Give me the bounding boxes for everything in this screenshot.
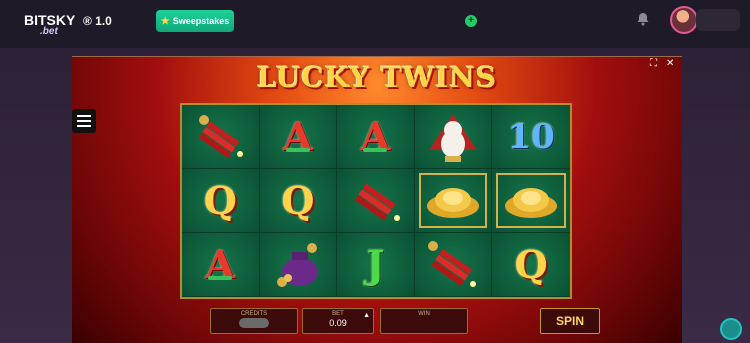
chat-icon[interactable] (720, 318, 742, 340)
spin-button[interactable]: SPIN (540, 308, 600, 334)
account-balance-box[interactable] (696, 9, 740, 31)
logo-sub: .bet (40, 26, 58, 37)
logo-version: ® 1.0 (82, 14, 112, 28)
sweepstakes-button[interactable]: ★ Sweepstakes (156, 10, 234, 32)
credits-label: CREDITS (240, 311, 268, 317)
game-title: LUCKY TWINS (256, 61, 498, 94)
reel-cell: 10 (492, 105, 570, 169)
reel-cell: A (182, 233, 260, 297)
reel-cell: A (337, 105, 415, 169)
symbol-bar (363, 148, 388, 152)
coin-bag-icon (276, 242, 318, 287)
controls-bar: CREDITS BET 0.09 ▲ WIN SPIN (210, 308, 600, 334)
symbol-bar (285, 148, 310, 152)
game-window: ⛶ ✕ LUCKY TWINS A A 10 Q Q A J Q CREDITS… (72, 56, 682, 343)
bet-value: 0.09 (329, 318, 347, 328)
site-logo[interactable]: BITSKY ® 1.0 .bet (24, 12, 112, 37)
lucky-cat-icon (429, 113, 478, 162)
ace-symbol: A (205, 242, 236, 287)
win-panel: WIN (380, 308, 468, 334)
credits-value-hidden (239, 318, 269, 328)
plus-icon[interactable]: + (465, 15, 477, 27)
reel-cell (182, 105, 260, 169)
queen-symbol: Q (514, 242, 548, 287)
reel-cell: A (259, 105, 338, 169)
star-icon: ★ (160, 15, 170, 27)
reel-cell (492, 169, 570, 233)
reel-cell (414, 169, 493, 233)
ace-symbol: A (360, 114, 391, 159)
reel-grid: A A 10 Q Q A J Q (180, 103, 572, 299)
queen-symbol: Q (281, 178, 315, 223)
firecrackers-icon (428, 240, 477, 287)
reel-cell: J (337, 233, 415, 297)
firecrackers-icon (355, 182, 401, 221)
reel-cell (414, 233, 493, 297)
gold-frame (496, 173, 566, 228)
hamburger-menu-icon[interactable] (72, 109, 96, 133)
chevron-up-icon[interactable]: ▲ (363, 312, 370, 319)
win-label: WIN (418, 311, 430, 317)
reel-cell: Q (182, 169, 260, 233)
reel-cell: Q (259, 169, 338, 233)
reel-cell (337, 169, 415, 233)
ten-symbol: 10 (507, 116, 555, 157)
symbol-bar (208, 276, 232, 280)
bet-panel[interactable]: BET 0.09 ▲ (302, 308, 374, 334)
credits-panel: CREDITS (210, 308, 298, 334)
bell-icon[interactable] (635, 11, 651, 27)
queen-symbol: Q (203, 178, 237, 223)
avatar[interactable] (670, 6, 698, 34)
sweepstakes-label: Sweepstakes (172, 16, 230, 26)
reel-cell (414, 105, 493, 169)
jack-symbol: J (366, 242, 385, 287)
reel-cell (259, 233, 338, 297)
reel-cell: Q (492, 233, 570, 297)
top-bar: BITSKY ® 1.0 .bet ★ Sweepstakes + (0, 0, 750, 48)
firecrackers-icon (198, 114, 244, 158)
ace-symbol: A (283, 114, 313, 159)
gold-frame (418, 173, 488, 228)
